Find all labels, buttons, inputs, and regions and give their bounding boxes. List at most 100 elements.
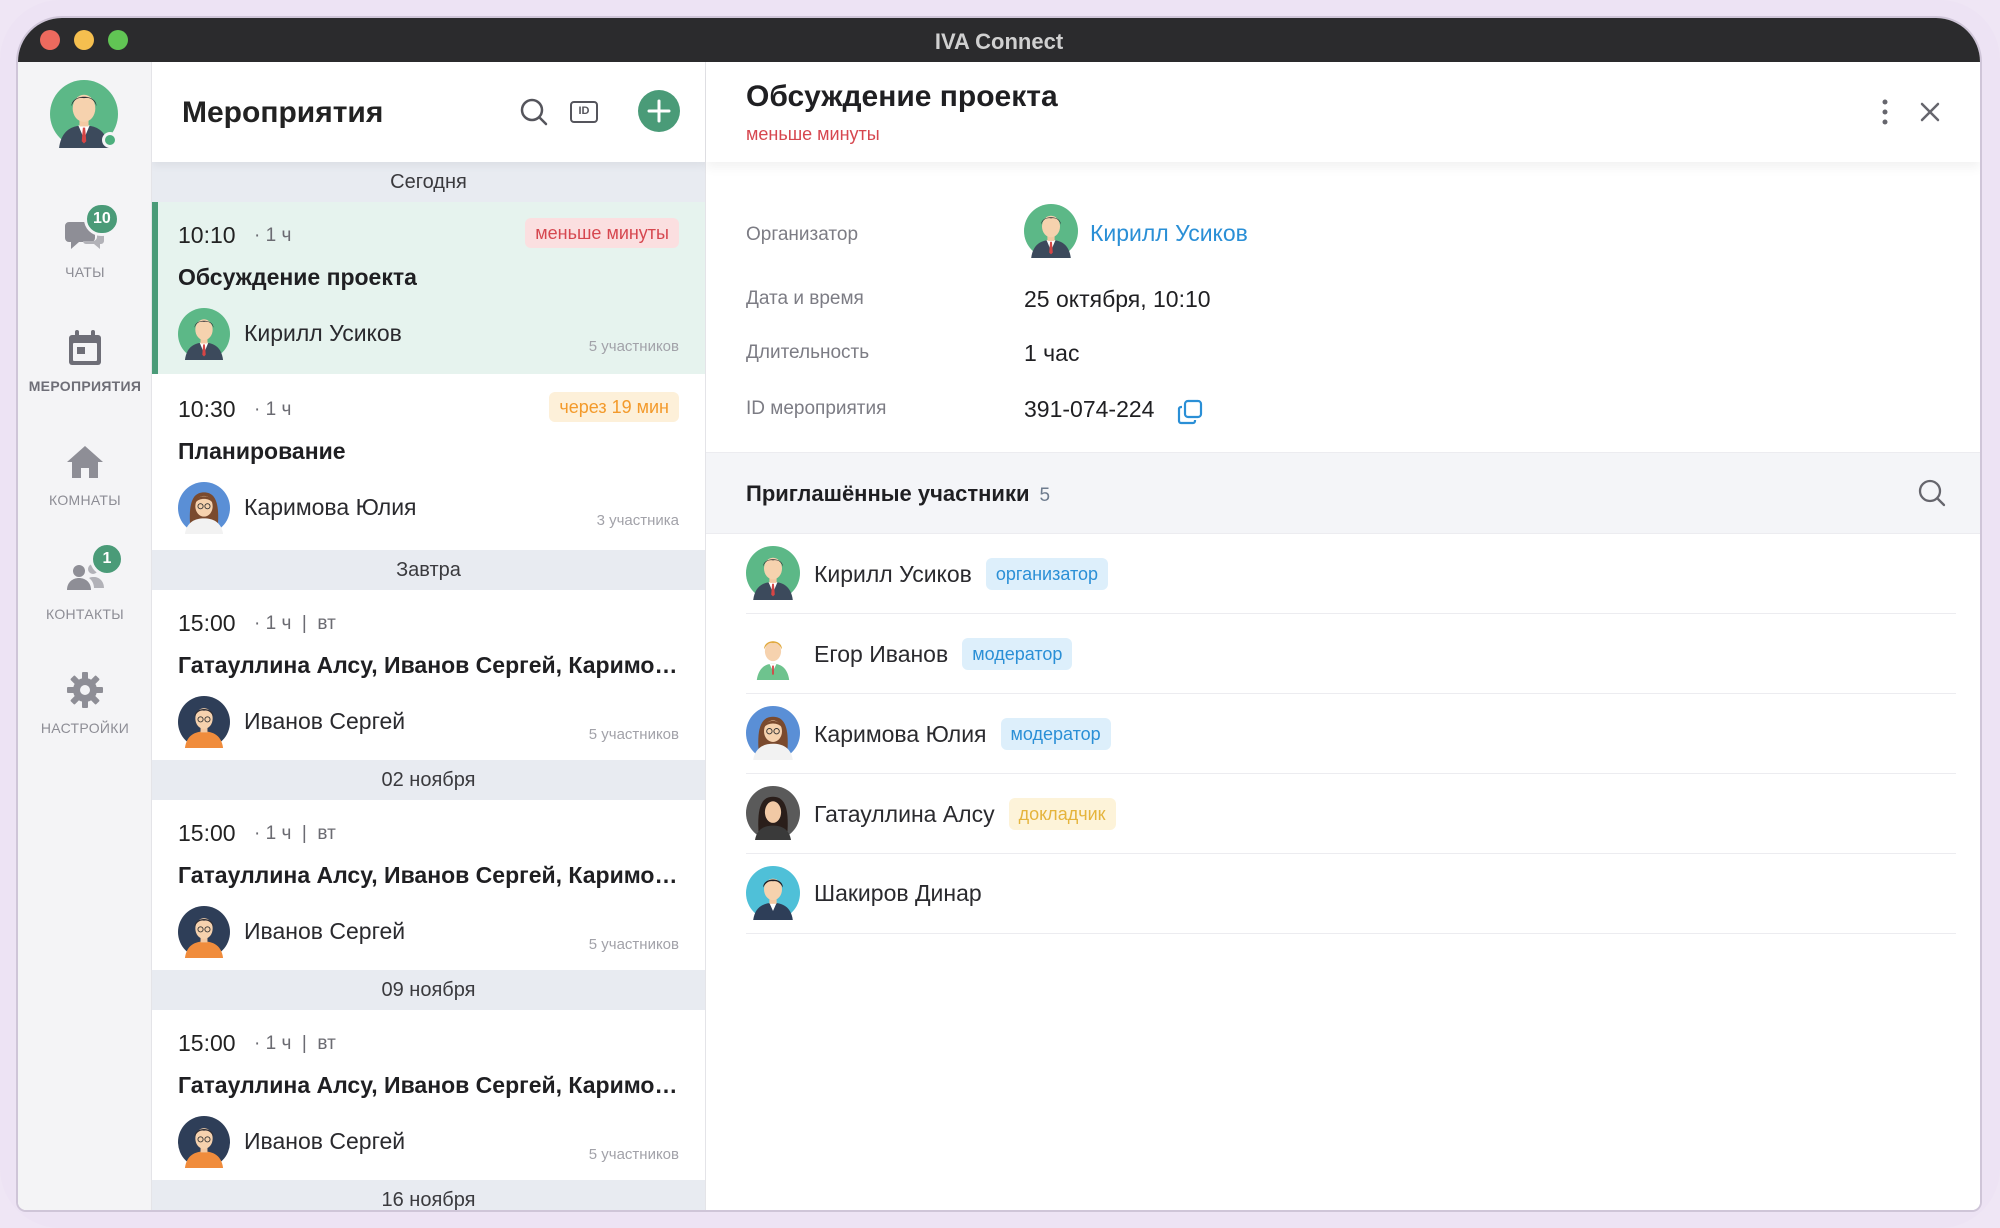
left-nav: ЧАТЫ 10 МЕРОПРИЯТИЯ КОМНАТЫ КОНТАКТЫ 1 Н… xyxy=(18,62,152,1210)
events-title: Мероприятия xyxy=(182,96,384,129)
event-participants-count: 5 участников xyxy=(588,936,679,953)
participant-row[interactable]: Шакиров Динар xyxy=(746,854,1956,934)
role-badge: организатор xyxy=(985,558,1109,590)
avatar xyxy=(178,696,230,748)
participants-title: Приглашённые участники 5 xyxy=(746,481,1050,507)
event-status-tag: через 19 мин xyxy=(549,392,679,422)
close-icon[interactable] xyxy=(1912,94,1948,130)
event-id-value: 391-074-224 xyxy=(1024,396,1155,422)
participant-row[interactable]: Егор Иванов модератор xyxy=(746,614,1956,694)
event-item[interactable]: 10:30 · 1 ч через 19 мин Планирование Ка… xyxy=(152,376,705,548)
event-id-label: ID мероприятия xyxy=(746,398,887,419)
event-title: Гатауллина Алсу, Иванов Сергей, Каримов.… xyxy=(178,652,678,678)
nav-item-settings[interactable]: НАСТРОЙКИ xyxy=(18,668,152,736)
nav-item-rooms[interactable]: КОМНАТЫ xyxy=(18,440,152,508)
event-item-selected[interactable]: 10:10 · 1 ч меньше минуты Обсуждение про… xyxy=(152,202,705,374)
day-separator: 02 ноября xyxy=(152,760,705,800)
event-title: Обсуждение проекта xyxy=(178,264,417,290)
search-icon[interactable] xyxy=(1914,475,1950,511)
event-owner: Иванов Сергей xyxy=(244,708,406,734)
event-participants-count: 5 участников xyxy=(588,726,679,743)
title-bar: IVA Connect xyxy=(18,18,1980,62)
search-icon[interactable] xyxy=(514,92,554,132)
join-by-id-button[interactable]: ID xyxy=(564,92,604,132)
event-title: Гатауллина Алсу, Иванов Сергей, Каримов.… xyxy=(178,862,678,888)
plus-icon xyxy=(647,99,671,123)
event-participants-count: 3 участника xyxy=(596,512,679,529)
nav-label-chats: ЧАТЫ xyxy=(65,264,105,280)
organizer-avatar xyxy=(1024,204,1078,258)
app-window: IVA Connect ЧАТЫ 10 МЕРОПРИЯТИЯ КОМНАТЫ … xyxy=(18,18,1980,1210)
participant-name-text: Шакиров Динар xyxy=(814,880,982,906)
participant-name: Егор Иванов модератор xyxy=(814,638,1073,672)
nav-label-rooms: КОМНАТЫ xyxy=(49,492,121,508)
event-owner: Кирилл Усиков xyxy=(244,320,402,346)
day-separator: Сегодня xyxy=(152,162,705,202)
role-badge: докладчик xyxy=(1008,798,1116,830)
contacts-badge: 1 xyxy=(90,542,124,576)
detail-title: Обсуждение проекта xyxy=(746,80,1058,113)
day-separator: 09 ноября xyxy=(152,970,705,1010)
date-label: Дата и время xyxy=(746,288,864,309)
event-owner: Иванов Сергей xyxy=(244,1128,406,1154)
organizer-label: Организатор xyxy=(746,224,859,245)
avatar xyxy=(746,866,800,920)
add-event-button[interactable] xyxy=(638,90,680,132)
day-separator: 16 ноября xyxy=(152,1180,705,1210)
event-item[interactable]: 15:00 · 1 ч | вт Гатауллина Алсу, Иванов… xyxy=(152,590,705,762)
organizer-link[interactable]: Кирилл Усиков xyxy=(1090,220,1248,247)
avatar xyxy=(178,482,230,534)
participant-name-text: Каримова Юлия xyxy=(814,721,987,748)
calendar-icon xyxy=(69,330,101,365)
event-time: 10:30 xyxy=(178,396,236,422)
nav-item-events[interactable]: МЕРОПРИЯТИЯ xyxy=(18,326,152,394)
participants-count: 5 xyxy=(1039,485,1051,506)
event-detail-panel: Обсуждение проекта меньше минуты Организ… xyxy=(706,62,1980,1210)
event-title: Планирование xyxy=(178,438,346,464)
role-badge: модератор xyxy=(1000,718,1111,750)
copy-icon[interactable] xyxy=(1176,398,1204,426)
event-status-tag: меньше минуты xyxy=(525,218,679,248)
event-participants-count: 5 участников xyxy=(588,338,679,355)
duration-label: Длительность xyxy=(746,342,870,363)
avatar xyxy=(178,308,230,360)
avatar xyxy=(746,546,800,600)
participants-header: Приглашённые участники 5 xyxy=(706,452,1980,534)
more-vertical-icon[interactable] xyxy=(1870,92,1900,132)
home-icon xyxy=(67,446,103,478)
duration-value: 1 час xyxy=(1024,340,1080,366)
role-badge: модератор xyxy=(962,638,1073,670)
event-owner: Иванов Сергей xyxy=(244,918,406,944)
date-value: 25 октября, 10:10 xyxy=(1024,286,1211,312)
window-title: IVA Connect xyxy=(934,29,1064,54)
event-duration: · 1 ч | вт xyxy=(254,1033,336,1054)
nav-label-contacts: КОНТАКТЫ xyxy=(46,606,124,622)
event-duration: · 1 ч | вт xyxy=(254,823,336,844)
participant-row[interactable]: Кирилл Усиков организатор xyxy=(746,534,1956,614)
detail-subtitle: меньше минуты xyxy=(746,124,880,144)
event-time: 15:00 xyxy=(178,610,236,636)
event-duration: · 1 ч xyxy=(254,399,292,420)
participant-name: Кирилл Усиков организатор xyxy=(814,558,1109,592)
chats-badge: 10 xyxy=(84,202,120,236)
event-title: Гатауллина Алсу, Иванов Сергей, Каримов.… xyxy=(178,1072,678,1098)
event-participants-count: 5 участников xyxy=(588,1146,679,1163)
avatar xyxy=(746,706,800,760)
events-list-header: Мероприятия ID xyxy=(152,62,705,162)
nav-item-chats[interactable]: ЧАТЫ 10 xyxy=(18,202,152,280)
event-item[interactable]: 15:00 · 1 ч | вт Гатауллина Алсу, Иванов… xyxy=(152,1010,705,1182)
event-duration: · 1 ч xyxy=(254,225,292,246)
nav-item-contacts[interactable]: КОНТАКТЫ 1 xyxy=(18,542,152,622)
events-list-panel: Мероприятия ID Сегодня 10:10 · 1 ч меньш… xyxy=(152,62,706,1210)
event-item[interactable]: 15:00 · 1 ч | вт Гатауллина Алсу, Иванов… xyxy=(152,800,705,972)
id-icon: ID xyxy=(570,101,598,123)
participant-name: Шакиров Динар xyxy=(814,880,982,907)
event-duration: · 1 ч | вт xyxy=(254,613,336,634)
participants-title-text: Приглашённые участники xyxy=(746,481,1030,506)
event-owner: Каримова Юлия xyxy=(244,494,417,520)
avatar xyxy=(746,626,800,680)
day-separator: Завтра xyxy=(152,550,705,590)
participant-row[interactable]: Каримова Юлия модератор xyxy=(746,694,1956,774)
participant-row[interactable]: Гатауллина Алсу докладчик xyxy=(746,774,1956,854)
event-time: 10:10 xyxy=(178,222,236,248)
